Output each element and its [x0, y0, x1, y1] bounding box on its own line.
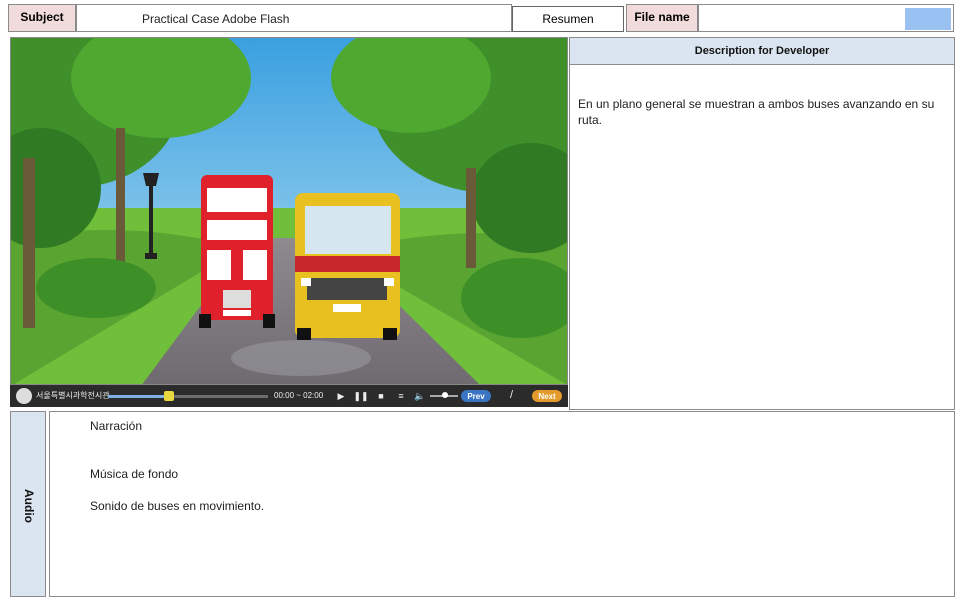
prev-button[interactable]: Prev: [461, 390, 491, 402]
progress-fill: [108, 395, 169, 398]
volume-slider[interactable]: [430, 392, 458, 398]
red-bus: [199, 175, 275, 328]
yellow-bus: [295, 193, 400, 340]
subject-label: Subject: [8, 4, 76, 32]
audio-line-music: Música de fondo: [90, 467, 179, 481]
description-text: En un plano general se muestran a ambos …: [578, 97, 935, 127]
audio-line-sfx: Sonido de buses en movimiento.: [90, 499, 265, 513]
audio-label: Audio: [22, 489, 36, 523]
player-controls: 서울특별시과학전시관 00:00 ~ 02:00 ▶ ❚❚ ■ ≡ 🔈 Prev…: [10, 385, 568, 407]
filename-label: File name: [626, 4, 698, 32]
filename-accent-box: [905, 8, 951, 30]
summary-tab[interactable]: Resumen: [512, 6, 624, 32]
subject-value: Practical Case Adobe Flash: [76, 4, 512, 32]
logo-text: 서울특별시과학전시관: [36, 391, 110, 400]
filename-field[interactable]: [698, 4, 954, 32]
progress-track[interactable]: [108, 391, 268, 401]
time-display: 00:00 ~ 02:00: [274, 391, 324, 400]
stop-icon[interactable]: ■: [375, 389, 387, 403]
audio-content: Narración Música de fondo Sonido de buse…: [49, 411, 955, 597]
nav-separator: /: [510, 389, 514, 401]
pause-icon[interactable]: ❚❚: [353, 389, 368, 403]
volume-thumb[interactable]: [442, 392, 449, 398]
audio-line-narration: Narración: [90, 419, 143, 433]
play-icon[interactable]: ▶: [335, 389, 347, 403]
volume-icon[interactable]: 🔈: [413, 389, 427, 403]
progress-thumb[interactable]: [163, 391, 174, 401]
bus-scene: [11, 38, 567, 384]
audio-side-label: Audio: [10, 411, 46, 597]
description-body: En un plano general se muestran a ambos …: [569, 65, 955, 410]
logo-icon: [16, 388, 32, 404]
next-button[interactable]: Next: [532, 390, 562, 402]
scene-illustration: [10, 37, 568, 385]
menu-icon[interactable]: ≡: [395, 389, 407, 403]
description-title: Description for Developer: [569, 37, 955, 65]
